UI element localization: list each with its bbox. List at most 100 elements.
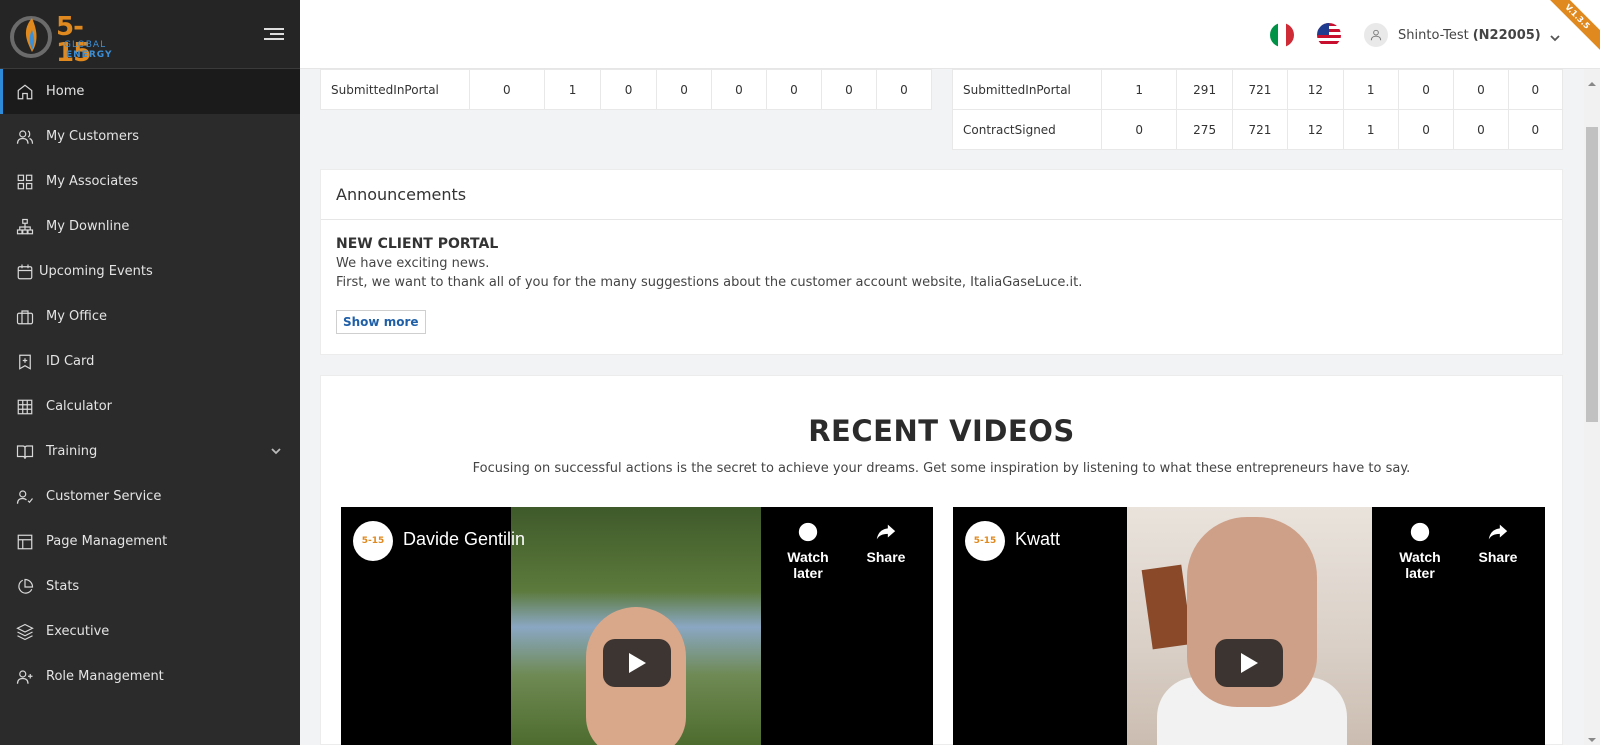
announcements-title: Announcements (321, 170, 1562, 220)
table-cell: 291 (1176, 69, 1233, 110)
sidebar-item-label: Upcoming Events (39, 264, 153, 279)
sidebar-item-role-management[interactable]: Role Management (0, 654, 300, 699)
sidebar-item-home[interactable]: Home (0, 69, 300, 114)
table-cell: 721 (1231, 69, 1289, 110)
menu-toggle-icon[interactable] (264, 28, 284, 44)
pie-chart-icon (16, 578, 34, 596)
sidebar-item-label: Role Management (46, 669, 164, 684)
page-scrollbar[interactable] (1584, 69, 1600, 745)
table-cell: 0 (600, 69, 658, 110)
watch-later-button[interactable]: Watch later (1385, 521, 1455, 581)
channel-name[interactable]: Davide Gentilin (403, 529, 525, 550)
table-cell: 12 (1287, 69, 1344, 110)
sidebar-item-label: ID Card (46, 354, 95, 369)
sidebar-item-my-associates[interactable]: My Associates (0, 159, 300, 204)
sidebar-item-my-downline[interactable]: My Downline (0, 204, 300, 249)
layout-icon (16, 533, 34, 551)
sidebar-item-my-office[interactable]: My Office (0, 294, 300, 339)
version-ribbon: V.1.3.5 (1550, 0, 1600, 50)
announcement-title: NEW CLIENT PORTAL (336, 236, 499, 252)
sidebar-item-customer-service[interactable]: Customer Service (0, 474, 300, 519)
video-thumbnail (511, 507, 761, 745)
layers-icon (16, 623, 34, 641)
table-cell: 0 (1397, 69, 1455, 110)
home-icon (16, 83, 34, 101)
video-player[interactable]: 5-15 Davide Gentilin Watch later Share (341, 507, 933, 745)
sidebar: 5-15 GLOBAL ENERGY Home My Customers My … (0, 0, 300, 745)
table-cell: 0 (1100, 109, 1178, 150)
sidebar-item-label: Home (46, 84, 85, 99)
user-plus-icon (16, 668, 34, 686)
announcement-item: NEW CLIENT PORTAL We have exciting news.… (321, 220, 1562, 350)
usa-flag-icon[interactable] (1317, 23, 1341, 47)
show-more-button[interactable]: Show more (336, 310, 426, 334)
sidebar-item-label: Executive (46, 624, 110, 639)
sidebar-item-calculator[interactable]: Calculator (0, 384, 300, 429)
table-cell: 0 (1453, 109, 1509, 150)
share-icon (875, 521, 897, 543)
user-menu[interactable]: Shinto-Test (N22005) (1364, 23, 1561, 47)
video-thumbnail (1127, 507, 1372, 745)
italy-flag-icon[interactable] (1270, 23, 1294, 47)
row-label: SubmittedInPortal (320, 69, 470, 110)
calendar-icon (16, 263, 34, 281)
sidebar-item-label: Training (46, 444, 98, 459)
scroll-down-icon[interactable] (1588, 729, 1596, 742)
table-cell: 0 (765, 69, 822, 110)
channel-logo[interactable]: 5-15 (353, 521, 393, 561)
table-row: SubmittedInPortal 1 291 721 12 1 0 0 0 (952, 69, 1564, 110)
sidebar-item-label: My Associates (46, 174, 139, 189)
row-label: ContractSigned (952, 109, 1102, 150)
play-icon (1241, 653, 1258, 673)
user-check-icon (16, 488, 34, 506)
sidebar-item-stats[interactable]: Stats (0, 564, 300, 609)
stats-table-left: SubmittedInPortal 0 1 0 0 0 0 0 0 (320, 69, 933, 110)
scroll-up-icon[interactable] (1588, 73, 1596, 86)
table-cell: 721 (1231, 109, 1289, 150)
sidebar-item-label: Customer Service (46, 489, 162, 504)
play-button[interactable] (603, 639, 671, 687)
share-button[interactable]: Share (851, 521, 921, 565)
table-cell: 275 (1176, 109, 1233, 150)
watch-later-button[interactable]: Watch later (773, 521, 843, 581)
calculator-icon (16, 398, 34, 416)
announcement-text: We have exciting news. (336, 256, 490, 271)
users-icon (16, 128, 34, 146)
table-cell: 0 (1397, 109, 1455, 150)
table-cell: 12 (1287, 109, 1344, 150)
sitemap-icon (16, 218, 34, 236)
sidebar-item-label: My Customers (46, 129, 139, 144)
clock-icon (1409, 521, 1431, 543)
table-cell: 1 (1100, 69, 1178, 110)
id-card-icon (16, 353, 34, 371)
table-cell: 0 (1507, 69, 1564, 110)
announcement-text: First, we want to thank all of you for t… (336, 275, 1083, 290)
sidebar-item-page-management[interactable]: Page Management (0, 519, 300, 564)
sidebar-item-label: Calculator (46, 399, 113, 414)
table-cell: 0 (656, 69, 712, 110)
stats-table-right: SubmittedInPortal 1 291 721 12 1 0 0 0 C… (952, 69, 1564, 150)
table-cell: 0 (875, 69, 933, 110)
clock-icon (797, 521, 819, 543)
sidebar-item-training[interactable]: Training (0, 429, 300, 474)
sidebar-item-id-card[interactable]: ID Card (0, 339, 300, 384)
briefcase-icon (16, 308, 34, 326)
channel-name[interactable]: Kwatt (1015, 529, 1060, 550)
chevron-down-icon[interactable] (270, 445, 282, 457)
share-button[interactable]: Share (1463, 521, 1533, 565)
recent-videos-title: RECENT VIDEOS (808, 414, 1075, 448)
play-button[interactable] (1215, 639, 1283, 687)
logo[interactable]: 5-15 GLOBAL ENERGY (8, 8, 113, 66)
sidebar-item-my-customers[interactable]: My Customers (0, 114, 300, 159)
table-cell: 0 (1453, 69, 1509, 110)
sidebar-item-label: My Downline (46, 219, 130, 234)
channel-logo[interactable]: 5-15 (965, 521, 1005, 561)
scrollbar-thumb[interactable] (1586, 127, 1598, 422)
video-player[interactable]: 5-15 Kwatt Watch later Share (953, 507, 1545, 745)
recent-videos-card: RECENT VIDEOS Focusing on successful act… (320, 375, 1563, 745)
brand-bar: 5-15 GLOBAL ENERGY (0, 0, 300, 69)
sidebar-item-executive[interactable]: Executive (0, 609, 300, 654)
sidebar-item-upcoming-events[interactable]: Upcoming Events (0, 249, 300, 294)
top-header: Shinto-Test (N22005) V.1.3.5 (300, 0, 1600, 69)
share-icon (1487, 521, 1509, 543)
